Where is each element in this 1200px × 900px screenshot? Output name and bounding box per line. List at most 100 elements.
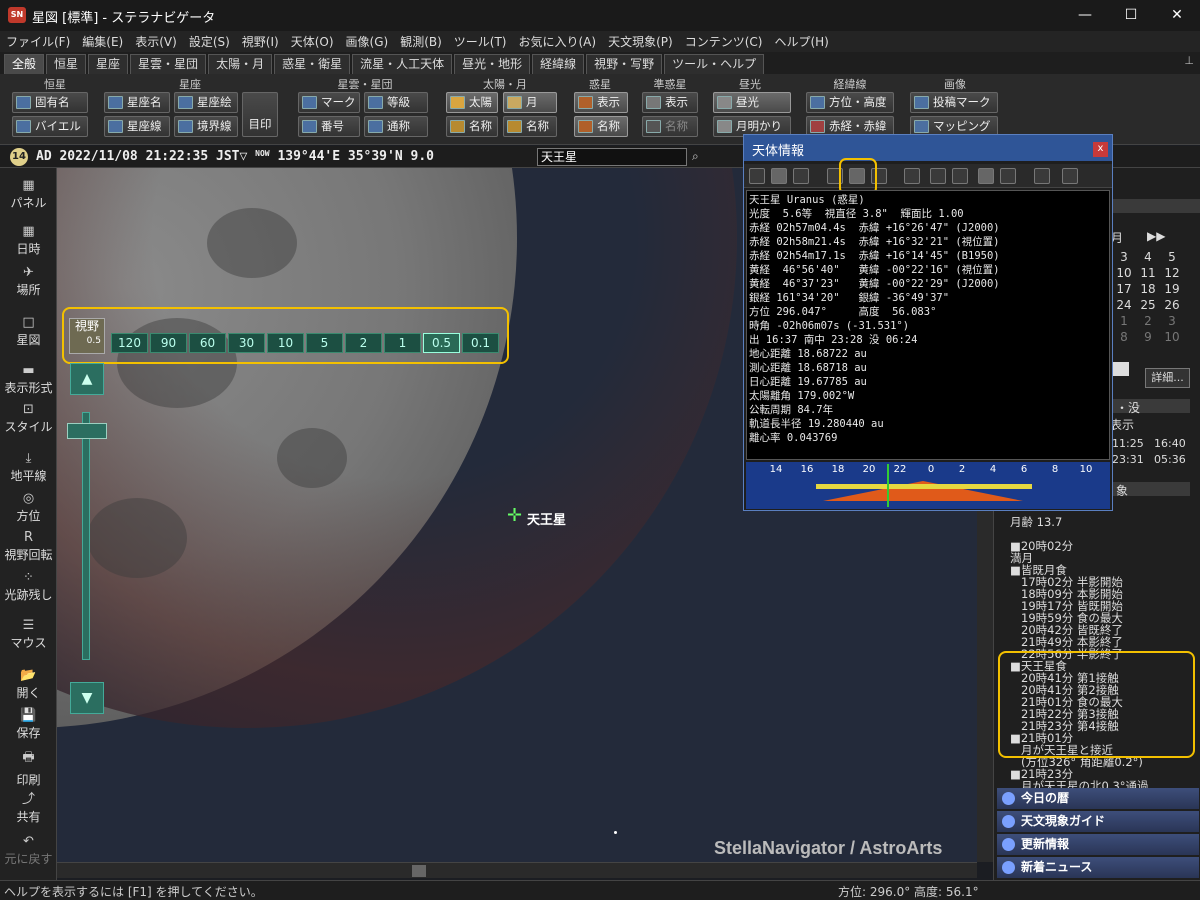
bayer-button[interactable]: バイエル	[12, 116, 88, 137]
fov-0.1-button[interactable]: 0.1	[462, 333, 499, 353]
menu-fov[interactable]: 視野(I)	[236, 33, 285, 50]
calendar-day[interactable]: 1	[1112, 314, 1136, 328]
scroll-thumb[interactable]	[412, 865, 426, 877]
sun-icon[interactable]	[749, 168, 765, 184]
proper-name-button[interactable]: 固有名	[12, 92, 88, 113]
grade-button[interactable]: 等級	[364, 92, 428, 113]
crosshair-icon[interactable]: ✛	[507, 507, 522, 525]
magnitude-value[interactable]: 9.0	[411, 149, 434, 164]
tab-gridlines[interactable]: 経緯線	[532, 54, 585, 74]
fov-10-button[interactable]: 10	[267, 333, 304, 353]
planet-show-button[interactable]: 表示	[574, 92, 628, 113]
fov-120-button[interactable]: 120	[111, 333, 148, 353]
moon-name-button[interactable]: 名称	[503, 116, 557, 137]
open-button[interactable]: 📂 開く	[0, 668, 57, 701]
next-month-icon[interactable]: ▶▶	[1147, 229, 1165, 243]
tab-daylight[interactable]: 昼光・地形	[454, 54, 531, 74]
panel-button[interactable]: ▦ パネル	[0, 178, 57, 211]
menu-observe[interactable]: 観測(B)	[394, 33, 448, 50]
zoom-slider-handle[interactable]	[67, 423, 107, 439]
daylight-button[interactable]: 昼光	[713, 92, 791, 113]
post-mark-button[interactable]: 投稿マーク	[910, 92, 998, 113]
zoom-out-button[interactable]: ▼	[70, 682, 104, 714]
target-icon[interactable]	[771, 168, 787, 184]
fov-90-button[interactable]: 90	[150, 333, 187, 353]
calendar-day[interactable]: 10	[1112, 266, 1136, 280]
rotate-view-button[interactable]: R 視野回転	[0, 530, 57, 563]
calendar-day[interactable]: 5	[1160, 250, 1184, 264]
zoom-in-button[interactable]: ▲	[70, 363, 104, 395]
boundary-button[interactable]: 境界線	[174, 116, 238, 137]
calendar-day[interactable]: 10	[1160, 330, 1184, 344]
calendar-day[interactable]: 26	[1160, 298, 1184, 312]
object-search-select[interactable]: 天王星	[537, 148, 687, 166]
calendar-day[interactable]: 12	[1160, 266, 1184, 280]
menu-object[interactable]: 天体(O)	[285, 33, 340, 50]
horizon-button[interactable]: ⤓ 地平線	[0, 451, 57, 484]
image-icon[interactable]	[978, 168, 994, 184]
calendar-day[interactable]: 18	[1136, 282, 1160, 296]
number-button[interactable]: 番号	[298, 116, 360, 137]
uranus-label[interactable]: 天王星	[527, 509, 566, 528]
gear-icon[interactable]	[1034, 168, 1050, 184]
calendar-day[interactable]: 8	[1112, 330, 1136, 344]
tab-general[interactable]: 全般	[4, 54, 45, 74]
tab-meteors[interactable]: 流星・人工天体	[352, 54, 453, 74]
menu-contents[interactable]: コンテンツ(C)	[679, 33, 769, 50]
starmap-button[interactable]: □ 星図	[0, 315, 57, 348]
sun-button[interactable]: 太陽	[446, 92, 498, 113]
mouse-button[interactable]: ☰ マウス	[0, 618, 57, 651]
update-info-button[interactable]: 更新情報	[997, 834, 1199, 855]
mark-big-button[interactable]: 目印	[242, 92, 278, 137]
minimize-button[interactable]: —	[1062, 0, 1108, 31]
datetime-value[interactable]: AD 2022/11/08 21:22:35 JST▽	[36, 149, 247, 164]
menu-tools[interactable]: ツール(T)	[448, 33, 513, 50]
mark-button[interactable]: マーク	[298, 92, 360, 113]
calendar-day[interactable]: 2	[1136, 314, 1160, 328]
style-button[interactable]: ⊡ スタイル	[0, 402, 57, 435]
tab-tools-help[interactable]: ツール・ヘルプ	[664, 54, 765, 74]
help-icon[interactable]	[1062, 168, 1078, 184]
calendar-day[interactable]: 9	[1136, 330, 1160, 344]
datetime-location[interactable]: AD 2022/11/08 21:22:35 JST▽ NOW 139°44'E…	[36, 149, 434, 164]
telescope-icon[interactable]	[904, 168, 920, 184]
pencil-icon[interactable]	[930, 168, 946, 184]
calendar-day[interactable]: 4	[1136, 250, 1160, 264]
constellation-art-button[interactable]: 星座絵	[174, 92, 238, 113]
menu-image[interactable]: 画像(G)	[340, 33, 395, 50]
photo-icon[interactable]	[1000, 168, 1016, 184]
fov-30-button[interactable]: 30	[228, 333, 265, 353]
horizontal-scrollbar[interactable]	[57, 862, 977, 878]
search-icon[interactable]: ⌕	[692, 149, 699, 164]
menu-view[interactable]: 表示(V)	[129, 33, 183, 50]
tab-constellations[interactable]: 星座	[88, 54, 129, 74]
planet-icon[interactable]	[793, 168, 809, 184]
pin-icon[interactable]: ⊥	[1184, 54, 1194, 67]
save-button[interactable]: 💾 保存	[0, 708, 57, 741]
fov-2-button[interactable]: 2	[345, 333, 382, 353]
fov-60-button[interactable]: 60	[189, 333, 226, 353]
direction-button[interactable]: ◎ 方位	[0, 491, 57, 524]
constellation-line-button[interactable]: 星座線	[104, 116, 170, 137]
close-button[interactable]: ✕	[1154, 0, 1200, 31]
fov-5-button[interactable]: 5	[306, 333, 343, 353]
calendar-day[interactable]: 3	[1160, 314, 1184, 328]
menu-file[interactable]: ファイル(F)	[0, 33, 76, 50]
constellation-name-button[interactable]: 星座名	[104, 92, 170, 113]
detail-button[interactable]: 詳細...	[1145, 368, 1190, 388]
common-name-button[interactable]: 通称	[364, 116, 428, 137]
calendar-day[interactable]: 11	[1136, 266, 1160, 280]
zoom-slider-track[interactable]	[82, 412, 90, 660]
menu-help[interactable]: ヘルプ(H)	[768, 33, 834, 50]
fov-0.5-button[interactable]: 0.5	[423, 333, 460, 353]
menu-settings[interactable]: 設定(S)	[183, 33, 236, 50]
info-window-title[interactable]: 天体情報	[744, 135, 1112, 161]
calendar-day[interactable]: 3	[1112, 250, 1136, 264]
maximize-button[interactable]: ☐	[1108, 0, 1154, 31]
azalt-grid-button[interactable]: 方位・高度	[806, 92, 894, 113]
current-time-marker[interactable]	[887, 464, 889, 507]
print-button[interactable]: 🖶 印刷	[0, 748, 57, 788]
dwarf-show-button[interactable]: 表示	[642, 92, 698, 113]
phenomena-guide-button[interactable]: 天文現象ガイド	[997, 811, 1199, 832]
window-icon[interactable]	[952, 168, 968, 184]
